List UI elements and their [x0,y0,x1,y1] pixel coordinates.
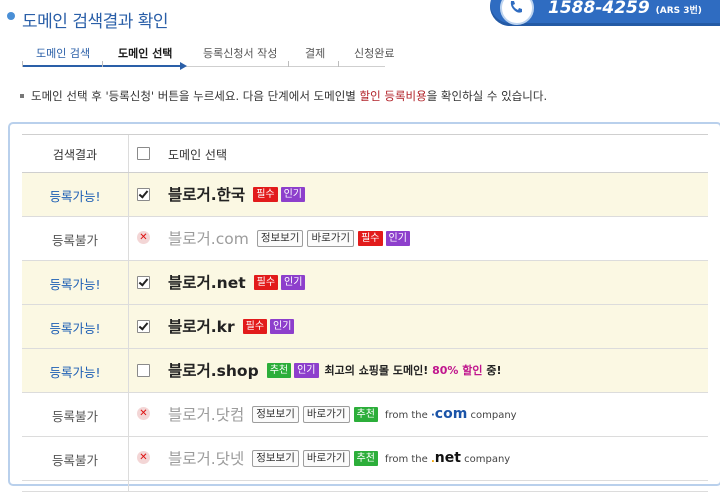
domain-name: 블로거.닷넷 [168,450,245,468]
table-row: 등록가능! 블로거.net 필수 인기 [22,261,708,305]
select-all-checkbox[interactable] [137,147,150,160]
go-button[interactable]: 바로가기 [302,405,350,423]
status-available: 등록가능! [49,189,101,204]
unavailable-x-icon: ✕ [137,407,150,420]
popular-badge: 인기 [385,230,410,246]
status-unavailable: 등록불가 [51,409,98,424]
notice-text: 도메인 선택 후 '등록신청' 버튼을 누르세요. 다음 단계에서 도메인별 할… [20,88,547,104]
table-row: 등록가능! 블로거.shop 추천 인기 최고의 쇼핑몰 도메인! 80% 할인… [22,349,708,393]
unavailable-x-icon: ✕ [137,231,150,244]
phone-sub: (ARS 3번) [655,6,702,16]
header-select: 도메인 선택 [168,148,228,162]
info-button[interactable]: 정보보기 [252,405,299,423]
step-complete: 신청완료 [354,47,395,60]
header-status: 검색결과 [52,148,98,162]
domain-result-table: 검색결과 도메인 선택 등록가능! 블로거.한국 필수 인기 등록불가 ✕ 블로… [22,134,708,492]
promo-discount: 80% 할인 [432,364,483,377]
phone-number: 1588-4259 (ARS 3번) [548,0,702,18]
phone-icon [500,0,534,25]
title-bullet-icon [7,12,15,20]
popular-badge: 인기 [281,274,306,290]
domain-name: 블로거.shop [168,362,259,380]
required-badge: 필수 [253,186,278,202]
domain-checkbox[interactable] [137,276,150,289]
required-badge: 필수 [358,230,383,246]
progress-steps: 도메인 검색 도메인 선택 등록신청서 작성 결제 신청완료 [22,47,394,70]
status-unavailable: 등록불가 [51,233,98,248]
domain-name: 블로거.net [168,274,246,292]
page-title: 도메인 검색결과 확인 [22,12,169,32]
recommended-badge: 추천 [353,450,378,466]
brand-com-logo: from the ·com company [384,406,517,422]
step-payment: 결제 [305,47,326,60]
recommended-badge: 추천 [266,362,292,378]
step-domain-search: 도메인 검색 [36,47,91,60]
steps-arrow-icon [180,62,187,70]
go-button[interactable]: 바로가기 [307,229,355,247]
table-row: 등록가능! 블로거.kr 필수 인기 [22,305,708,349]
table-header: 검색결과 도메인 선택 [22,134,708,173]
status-unavailable: 등록불가 [51,453,98,468]
domain-name: 블로거.한국 [168,186,246,204]
domain-result-panel: 검색결과 도메인 선택 등록가능! 블로거.한국 필수 인기 등록불가 ✕ 블로… [8,122,720,492]
status-available: 등록가능! [49,365,101,380]
step-tick [288,61,289,67]
domain-checkbox[interactable] [137,364,150,377]
info-button[interactable]: 정보보기 [256,229,304,247]
step-application-form: 등록신청서 작성 [203,47,278,60]
recommended-badge: 추천 [353,406,378,422]
domain-name: 블로거.com [168,230,249,248]
contact-banner: 1588-4259 (ARS 3번) [490,0,720,26]
info-button[interactable]: 정보보기 [252,449,299,467]
step-tick [22,61,23,67]
domain-name: 블로거.닷컴 [168,406,245,424]
step-domain-select: 도메인 선택 [118,47,173,60]
status-available: 등록가능! [49,321,101,336]
required-badge: 필수 [253,274,279,290]
domain-name: 블로거.kr [168,318,235,336]
unavailable-x-icon: ✕ [137,451,150,464]
table-row: 등록불가 ✕ 블로거.com 정보보기 바로가기 필수 인기 [22,217,708,261]
domain-checkbox[interactable] [137,320,150,333]
promo-text: 최고의 쇼핑몰 도메인! 80% 할인 중! [324,364,502,377]
table-row: 등록가능! 블로거.한국 필수 인기 [22,173,708,217]
table-row: 등록불가 ✕ 블로거.닷컴 정보보기 바로가기 추천 from the ·com… [22,393,708,437]
popular-badge: 인기 [280,186,306,202]
domain-checkbox[interactable] [137,188,150,201]
step-tick [102,61,103,67]
notice-highlight: 할인 등록비용 [359,89,427,103]
table-row: 등록불가 ✕ 블로거.닷넷 정보보기 바로가기 추천 from the .net… [22,437,708,481]
table-row [22,481,708,492]
popular-badge: 인기 [270,318,295,334]
required-badge: 필수 [242,318,268,334]
go-button[interactable]: 바로가기 [302,449,350,467]
notice-bullet-icon [20,93,24,98]
step-tick [338,61,339,67]
brand-net-logo: from the .net company [384,450,511,466]
popular-badge: 인기 [294,362,319,378]
status-available: 등록가능! [49,277,101,292]
